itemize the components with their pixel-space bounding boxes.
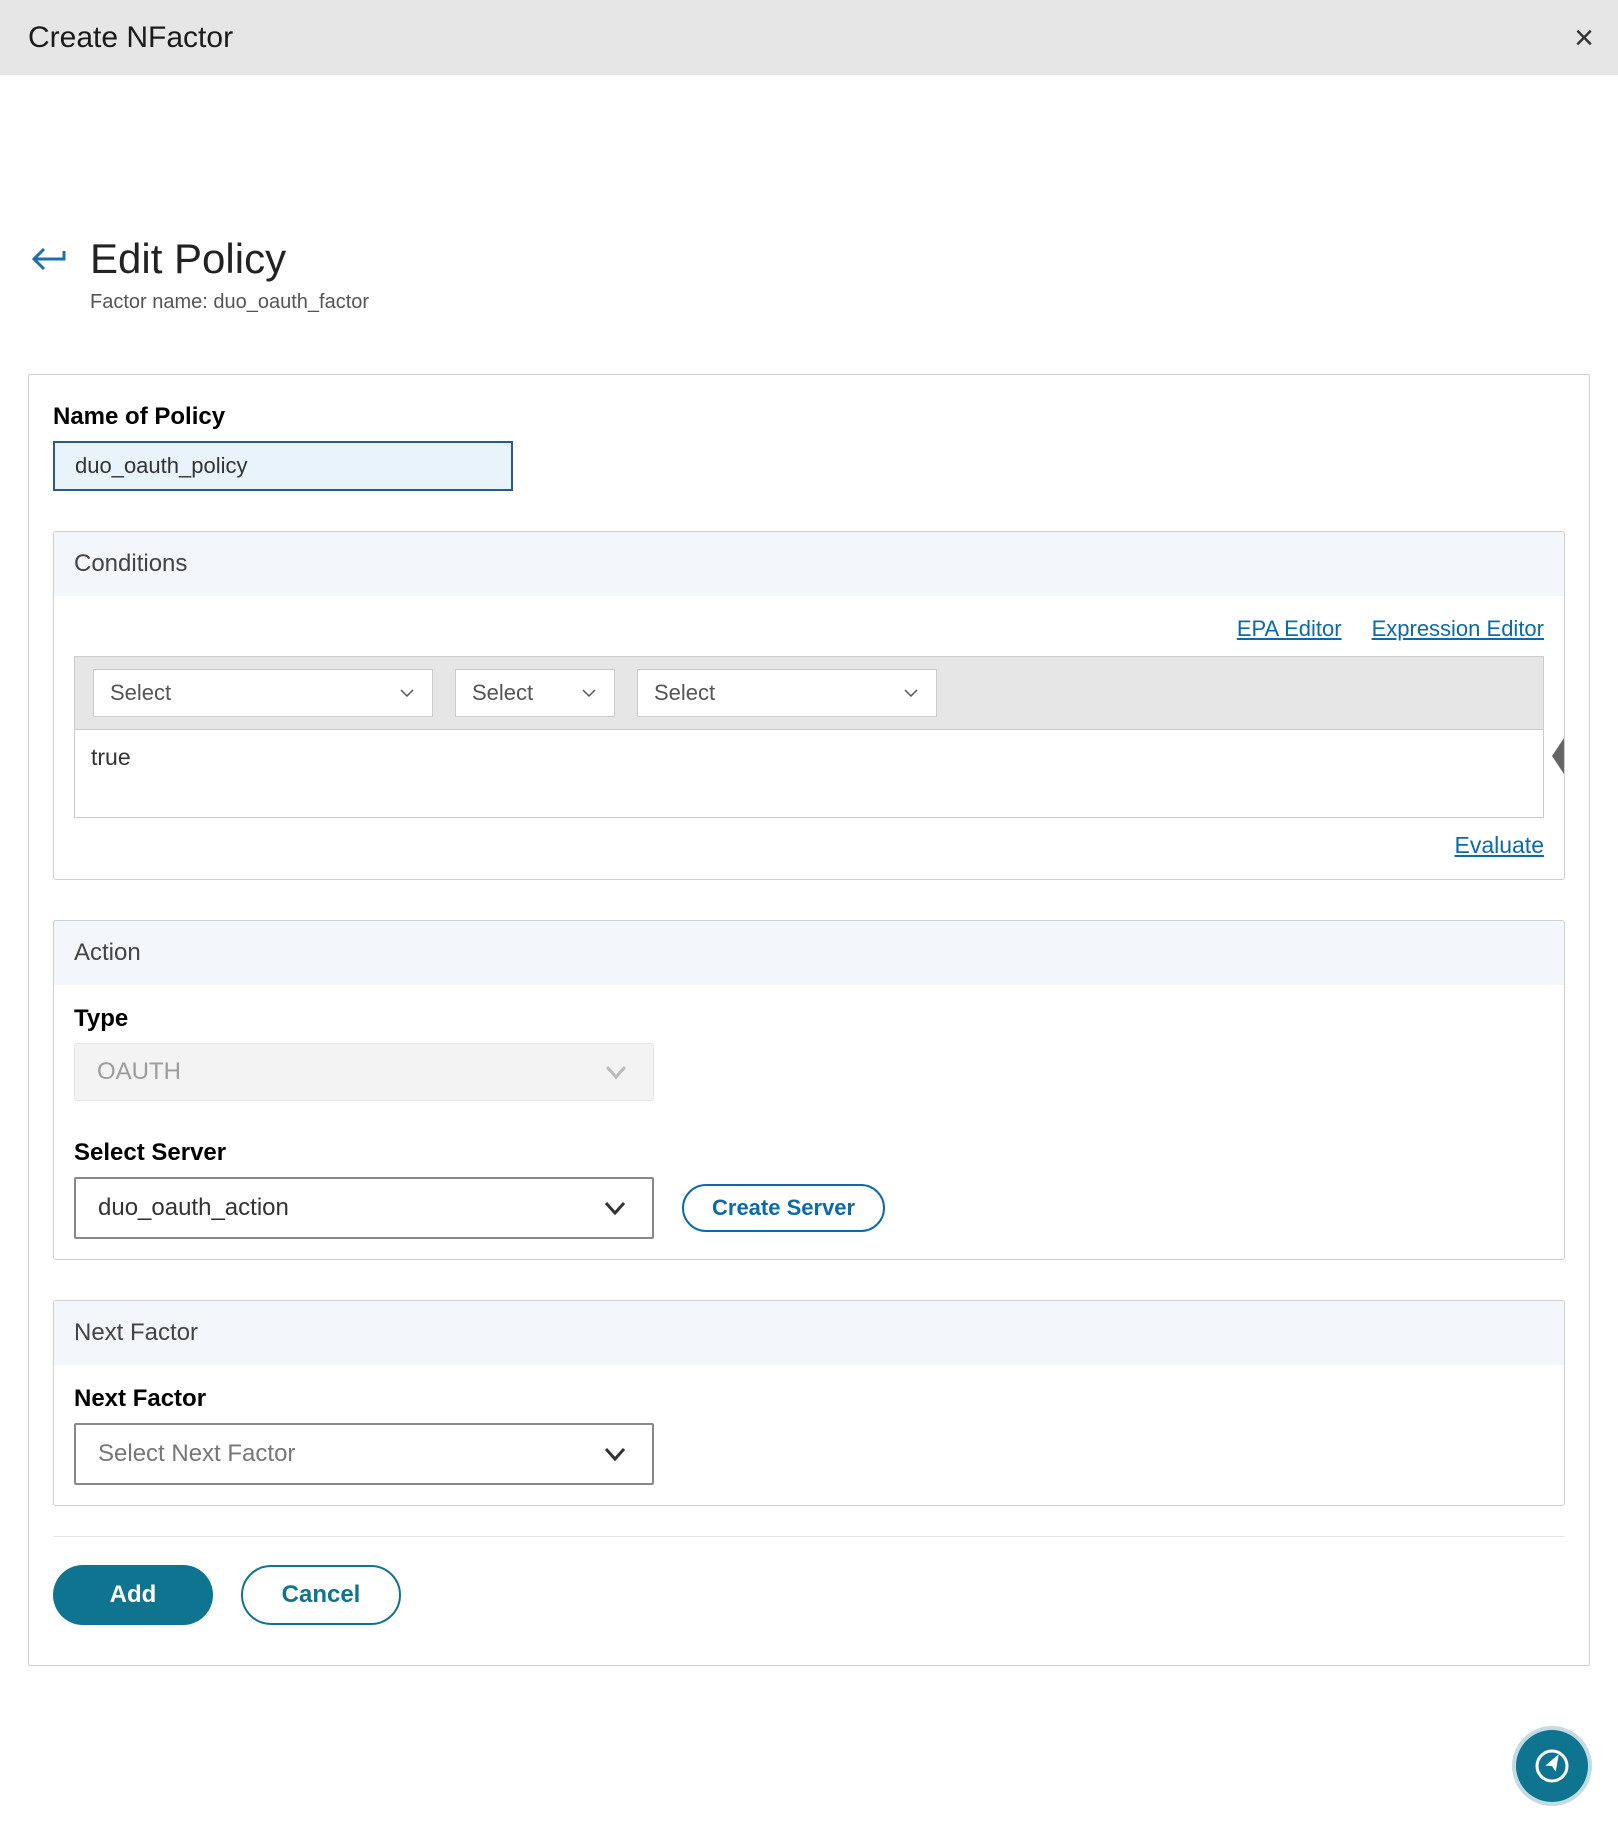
next-factor-header: Next Factor [54,1301,1564,1365]
modal-header: Create NFactor × [0,0,1618,75]
clear-expression-button[interactable] [1497,681,1525,705]
help-fab[interactable] [1516,1730,1588,1802]
policy-name-label: Name of Policy [53,403,1565,431]
cancel-button[interactable]: Cancel [241,1565,401,1625]
policy-name-input[interactable] [53,441,513,491]
type-select: OAUTH [74,1043,654,1101]
expression-editor-link[interactable]: Expression Editor [1372,616,1544,642]
type-value: OAUTH [97,1058,181,1086]
chevron-down-icon [580,684,598,702]
expression-text[interactable]: true [74,730,1544,818]
button-row: Add Cancel [53,1565,1565,1625]
close-icon[interactable]: × [1574,21,1594,55]
page-heading: Edit Policy Factor name: duo_oauth_facto… [90,235,369,314]
server-select[interactable]: duo_oauth_action [74,1177,654,1239]
back-arrow-icon [30,245,70,273]
evaluate-link[interactable]: Evaluate [1454,832,1544,859]
type-label: Type [74,1005,1544,1033]
chevron-down-icon [600,1196,630,1220]
editor-links: EPA Editor Expression Editor [74,616,1544,642]
modal-title: Create NFactor [28,21,233,55]
condition-select-1-label: Select [110,680,171,706]
next-factor-section: Next Factor Next Factor Select Next Fact… [53,1300,1565,1506]
conditions-header: Conditions [54,532,1564,596]
chevron-down-icon [902,684,920,702]
page-title: Edit Policy [90,235,369,283]
condition-select-1[interactable]: Select [93,669,433,717]
condition-select-2[interactable]: Select [455,669,615,717]
form-card: Name of Policy Conditions EPA Editor Exp… [28,374,1590,1666]
compass-icon [1534,1748,1570,1784]
next-factor-label: Next Factor [74,1385,1544,1413]
chevron-down-icon [600,1442,630,1466]
create-server-button[interactable]: Create Server [682,1184,885,1232]
next-factor-placeholder: Select Next Factor [98,1440,295,1468]
conditions-section: Conditions EPA Editor Expression Editor … [53,531,1565,880]
condition-select-3[interactable]: Select [637,669,937,717]
chevron-down-icon [601,1060,631,1084]
action-section: Action Type OAUTH Select Server duo_oaut… [53,920,1565,1260]
server-select-value: duo_oauth_action [98,1194,289,1222]
server-label: Select Server [74,1139,1544,1167]
next-factor-select[interactable]: Select Next Factor [74,1423,654,1485]
back-button[interactable] [28,239,72,279]
page-subtitle: Factor name: duo_oauth_factor [90,291,369,314]
divider [53,1536,1565,1537]
chevron-down-icon [398,684,416,702]
expression-toolbar: Select Select Select [74,656,1544,730]
condition-select-3-label: Select [654,680,715,706]
epa-editor-link[interactable]: EPA Editor [1237,616,1342,642]
condition-select-2-label: Select [472,680,533,706]
add-button[interactable]: Add [53,1565,213,1625]
action-header: Action [54,921,1564,985]
backspace-icon [1497,681,1565,831]
